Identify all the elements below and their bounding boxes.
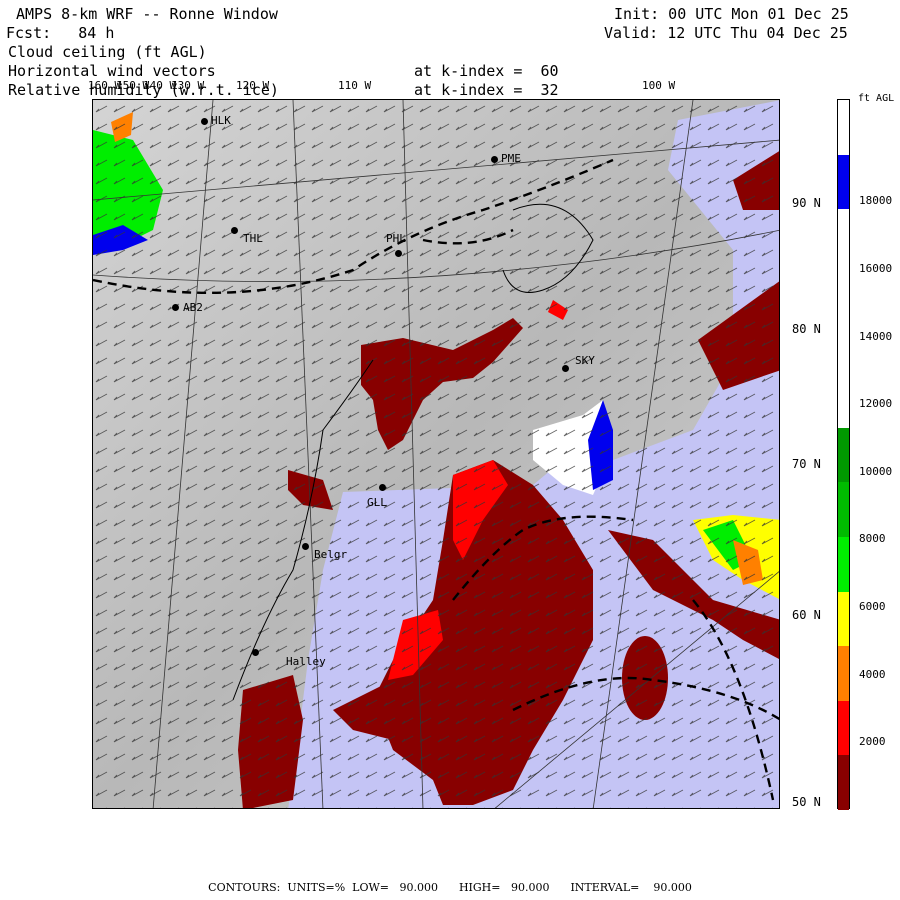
colorbar-segment (838, 536, 849, 593)
station-marker-pme (491, 156, 498, 163)
map-graphic (93, 100, 779, 808)
k-index-2-label: at k-index = (414, 81, 523, 99)
colorbar-segment (838, 209, 849, 265)
wind-vector-field (93, 100, 779, 808)
station-label-phl: PHL (386, 232, 406, 245)
station-marker-ab2 (172, 304, 179, 311)
k-index-1-value: 60 (540, 62, 559, 80)
fcst-value: 84 h (78, 24, 115, 42)
colorbar-tick-12000: 12000 (859, 397, 893, 410)
colorbar-segment (838, 373, 849, 429)
forecast-hour: Fcst: 84 h (6, 25, 114, 41)
valid-time: Valid: 12 UTC Thu 04 Dec 25 (604, 24, 848, 42)
lat-label-50n: 50 N (792, 795, 821, 809)
station-label-thl: THL (243, 232, 263, 245)
station-label-ab2: AB2 (183, 301, 203, 314)
colorbar-segment (838, 700, 849, 756)
colorbar-segment (838, 591, 849, 647)
station-label-hlk: HLK (211, 114, 231, 127)
station-label-sky: SKY (575, 354, 595, 367)
station-label-halley: Halley (286, 655, 326, 668)
field-label-wind: Horizontal wind vectors (8, 62, 216, 80)
colorbar-unit: ft AGL (858, 93, 895, 104)
lat-label-60n: 60 N (792, 608, 821, 622)
station-marker-sky (562, 365, 569, 372)
k-index-1: at k-index = 60 (414, 63, 559, 79)
colorbar-tick-2000: 2000 (859, 735, 886, 748)
colorbar-tick-4000: 4000 (859, 668, 886, 681)
init-time: Init: 00 UTC Mon 01 Dec 25 (614, 5, 849, 23)
colorbar-segment (838, 263, 849, 319)
lon-label-130w: 130 W (171, 79, 205, 92)
colorbar-tick-6000: 6000 (859, 600, 886, 613)
lat-label-80n: 80 N (792, 322, 821, 336)
station-marker-hlk (201, 118, 208, 125)
lon-label-110w: 110 W (338, 79, 372, 92)
colorbar-segment (838, 318, 849, 374)
lon-label-120w: 120 W (236, 79, 270, 92)
lon-label-100w: 100 W (642, 79, 676, 92)
colorbar-segment (838, 154, 849, 210)
field-label-ceiling: Cloud ceiling (ft AGL) (8, 43, 207, 61)
fcst-label: Fcst: (6, 24, 52, 42)
colorbar-tick-8000: 8000 (859, 532, 886, 545)
station-label-belgr: Belgr (314, 548, 348, 561)
map-title: AMPS 8-km WRF -- Ronne Window (16, 5, 278, 23)
station-marker-phl (395, 250, 402, 257)
k-index-1-label: at k-index = (414, 62, 523, 80)
k-index-2: at k-index = 32 (414, 82, 559, 98)
colorbar-segment (838, 427, 849, 483)
colorbar-tick-14000: 14000 (859, 330, 893, 343)
colorbar-tick-18000: 18000 (859, 194, 893, 207)
colorbar-tick-10000: 10000 (859, 465, 893, 478)
lat-label-90n: 90 N (792, 196, 821, 210)
contour-info-footer: CONTOURS: UNITS=% LOW= 90.000 HIGH= 90.0… (208, 881, 692, 894)
station-marker-halley (252, 649, 259, 656)
colorbar-segment (838, 100, 849, 156)
station-label-pme: PME (501, 152, 521, 165)
colorbar-tick-16000: 16000 (859, 262, 893, 275)
station-marker-gll (379, 484, 386, 491)
colorbar-segment (838, 755, 849, 811)
map-panel: HLK PME THL PHL AB2 SKY GLL Belgr Halley (92, 99, 780, 809)
station-label-gll: GLL (367, 496, 387, 509)
station-marker-belgr (302, 543, 309, 550)
lat-label-70n: 70 N (792, 457, 821, 471)
colorbar-segment (838, 482, 849, 538)
colorbar (837, 99, 850, 811)
k-index-2-value: 32 (540, 81, 559, 99)
colorbar-segment (838, 646, 849, 702)
station-marker-thl (231, 227, 238, 234)
